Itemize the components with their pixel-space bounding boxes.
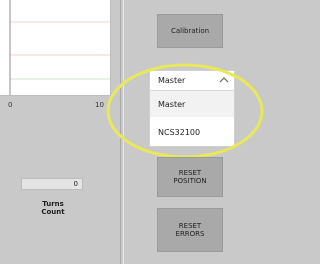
reset-position-button[interactable]: RESET POSITION <box>157 157 223 197</box>
reset-errors-button[interactable]: RESET ERRORS <box>157 208 223 252</box>
reset-errors-button-label: RESET ERRORS <box>175 221 205 238</box>
turns-count-label: Turns Count <box>41 200 65 217</box>
highlight-ellipse <box>106 63 264 159</box>
reset-position-button-label: RESET POSITION <box>173 168 207 185</box>
turns-count-display: 0 <box>21 178 83 190</box>
turns-count-value: 0 <box>73 180 78 188</box>
